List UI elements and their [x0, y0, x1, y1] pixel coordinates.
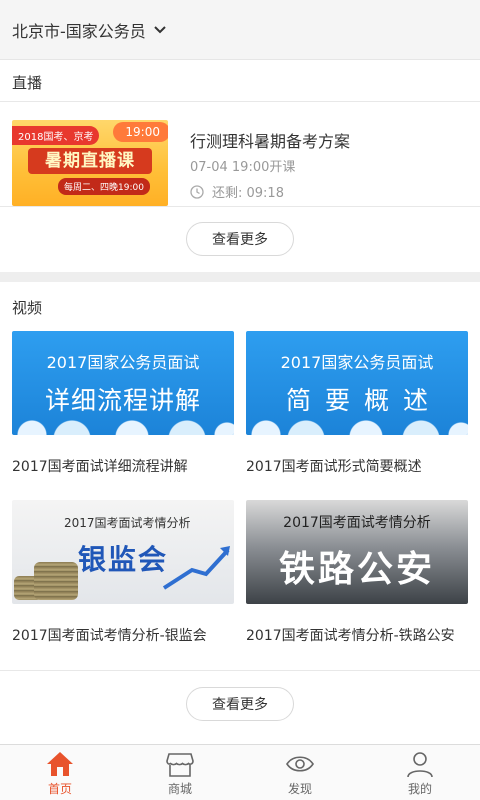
live-course-remaining: 还剩: 09:18 — [190, 182, 284, 201]
live-course-date: 07-04 19:00开课 — [190, 160, 296, 175]
nav-label: 商城 — [167, 782, 192, 796]
thumb-line1: 2017国家公务员面试 — [280, 353, 434, 372]
eye-icon — [286, 756, 314, 772]
store-icon — [166, 753, 194, 777]
live-course-thumbnail: 2018国考、京考 19:00 暑期直播课 每周二、四晚19:00 — [12, 120, 168, 206]
location-label: 北京市-国家公务员 — [12, 21, 146, 41]
clouds-decoration — [12, 417, 234, 435]
home-icon — [47, 752, 73, 776]
clock-icon — [190, 184, 204, 199]
nav-item-mine[interactable]: 我的 — [360, 745, 480, 800]
thumb-schedule: 每周二、四晚19:00 — [58, 178, 150, 195]
nav-item-home[interactable]: 首页 — [0, 745, 120, 800]
divider — [0, 670, 480, 671]
clouds-decoration — [246, 417, 468, 435]
video-caption: 2017国考面试形式简要概述 — [246, 459, 422, 475]
video-caption: 2017国考面试详细流程讲解 — [12, 459, 188, 475]
thumb-line2: 简要概述 — [285, 386, 442, 415]
thumb-line2: 铁路公安 — [278, 549, 435, 590]
user-icon — [407, 752, 433, 778]
thumb-line1: 2017国家公务员面试 — [46, 353, 200, 372]
thumb-line2: 详细流程讲解 — [44, 386, 201, 415]
thumb-tag: 2018国考、京考 — [12, 126, 100, 145]
video-thumbnail: 2017国考面试考情分析 铁路公安 — [246, 500, 468, 604]
video-caption: 2017国考面试考情分析-铁路公安 — [246, 628, 455, 644]
section-gap — [0, 272, 480, 282]
section-title-live: 直播 — [12, 74, 43, 92]
chevron-down-icon — [154, 25, 166, 33]
nav-label: 首页 — [47, 782, 72, 796]
nav-item-discover[interactable]: 发现 — [240, 745, 360, 800]
video-card[interactable]: 2017国家公务员面试 详细流程讲解 2017国考面试详细流程讲解 — [12, 331, 234, 476]
video-thumbnail: 2017国家公务员面试 详细流程讲解 — [12, 331, 234, 435]
nav-label: 我的 — [407, 782, 432, 796]
video-caption: 2017国考面试考情分析-银监会 — [12, 628, 207, 644]
video-card[interactable]: 2017国家公务员面试 简要概述 2017国考面试形式简要概述 — [246, 331, 468, 476]
thumb-time: 19:00 — [113, 122, 168, 142]
live-more-button[interactable]: 查看更多 — [186, 222, 294, 256]
video-more-button[interactable]: 查看更多 — [186, 687, 294, 721]
nav-item-store[interactable]: 商城 — [120, 745, 240, 800]
video-card[interactable]: 2017国考面试考情分析 银监会 2017国考面试考情分析-银监会 — [12, 500, 234, 645]
location-selector[interactable]: 北京市-国家公务员 — [0, 0, 480, 60]
section-title-video: 视频 — [12, 299, 43, 317]
video-thumbnail: 2017国家公务员面试 简要概述 — [246, 331, 468, 435]
coins-image — [34, 562, 78, 600]
live-course-card[interactable]: 2018国考、京考 19:00 暑期直播课 每周二、四晚19:00 行测理科暑期… — [12, 120, 468, 208]
thumb-line1: 2017国考面试考情分析 — [64, 516, 191, 530]
thumb-line1: 2017国考面试考情分析 — [283, 515, 431, 531]
thumb-line2: 银监会 — [78, 543, 169, 576]
remaining-text: 还剩: 09:18 — [212, 186, 284, 201]
divider — [0, 101, 480, 102]
divider — [0, 206, 480, 207]
video-card[interactable]: 2017国考面试考情分析 铁路公安 2017国考面试考情分析-铁路公安 — [246, 500, 468, 645]
nav-label: 发现 — [287, 782, 312, 796]
live-course-title: 行测理科暑期备考方案 — [190, 132, 351, 151]
thumb-banner: 暑期直播课 — [28, 148, 152, 174]
video-thumbnail: 2017国考面试考情分析 银监会 — [12, 500, 234, 604]
bottom-navigation: 首页 商城 发现 我的 — [0, 744, 480, 800]
trend-arrow-icon — [162, 546, 230, 590]
